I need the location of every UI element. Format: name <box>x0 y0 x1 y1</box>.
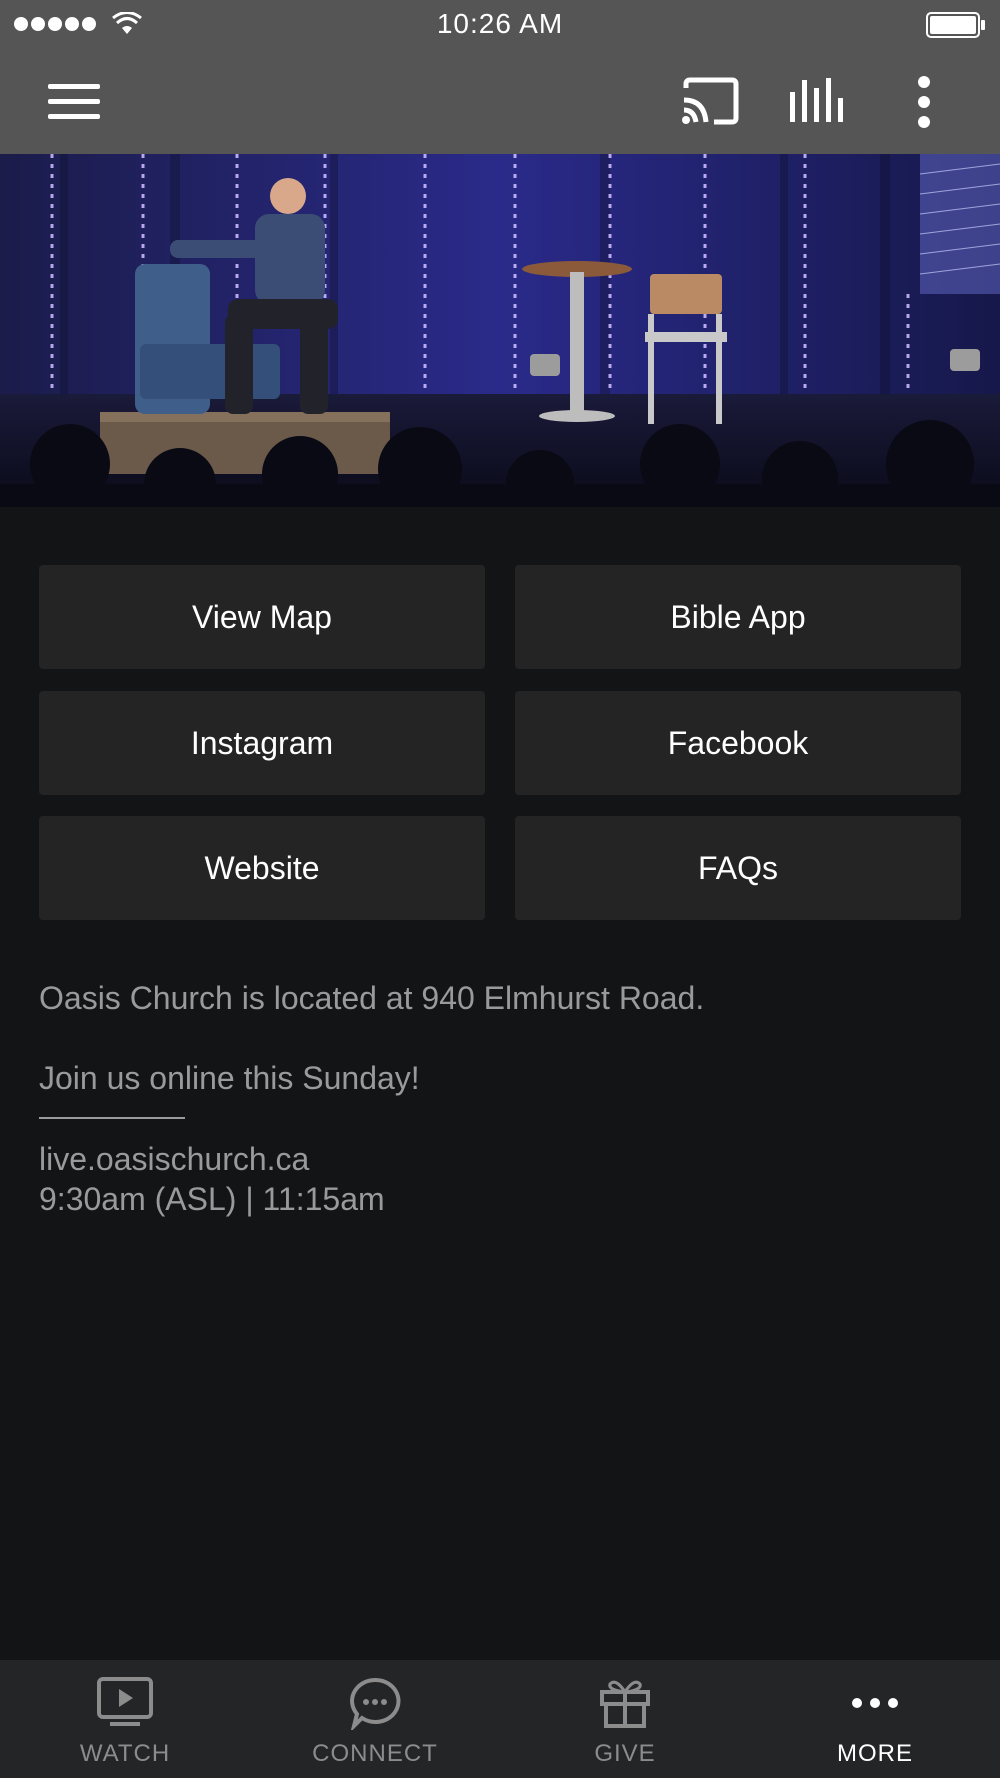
faqs-button[interactable]: FAQs <box>515 816 961 920</box>
location-text: Oasis Church is located at 940 Elmhurst … <box>39 980 705 1016</box>
instagram-button[interactable]: Instagram <box>39 691 485 795</box>
status-bar: 10:26 AM <box>0 0 1000 50</box>
divider <box>39 1117 185 1119</box>
join-online-text: Join us online this Sunday! <box>39 1060 420 1096</box>
hero-image <box>0 154 1000 507</box>
tab-give[interactable]: GIVE <box>500 1660 750 1778</box>
website-button[interactable]: Website <box>39 816 485 920</box>
tab-connect[interactable]: CONNECT <box>250 1660 500 1778</box>
gift-icon <box>600 1680 650 1728</box>
battery-icon <box>926 12 985 38</box>
hamburger-icon <box>48 84 100 89</box>
overflow-menu-button[interactable] <box>908 74 940 130</box>
view-map-button[interactable]: View Map <box>39 565 485 669</box>
bottom-tab-bar: WATCH CONNECT GIVE MORE <box>0 1660 1000 1778</box>
tab-more[interactable]: MORE <box>750 1660 1000 1778</box>
livestream-url: live.oasischurch.ca <box>39 1141 310 1177</box>
cast-icon[interactable] <box>680 76 740 126</box>
facebook-button[interactable]: Facebook <box>515 691 961 795</box>
tab-give-label: GIVE <box>594 1740 656 1767</box>
tab-watch-label: WATCH <box>79 1740 171 1767</box>
service-times: 9:30am (ASL) | 11:15am <box>39 1181 385 1217</box>
app-bar <box>0 50 1000 154</box>
bible-app-button[interactable]: Bible App <box>515 565 961 669</box>
tab-watch[interactable]: WATCH <box>0 1660 250 1778</box>
chat-bubble-icon <box>350 1677 401 1730</box>
hamburger-menu-button[interactable] <box>40 80 100 124</box>
status-time: 10:26 AM <box>436 8 564 39</box>
tv-play-icon <box>97 1677 153 1726</box>
tab-more-label: MORE <box>837 1740 913 1767</box>
tab-connect-label: CONNECT <box>312 1740 438 1767</box>
more-vert-icon <box>918 76 930 88</box>
audio-bars-icon[interactable] <box>786 76 846 126</box>
more-dots-icon <box>852 1698 898 1708</box>
